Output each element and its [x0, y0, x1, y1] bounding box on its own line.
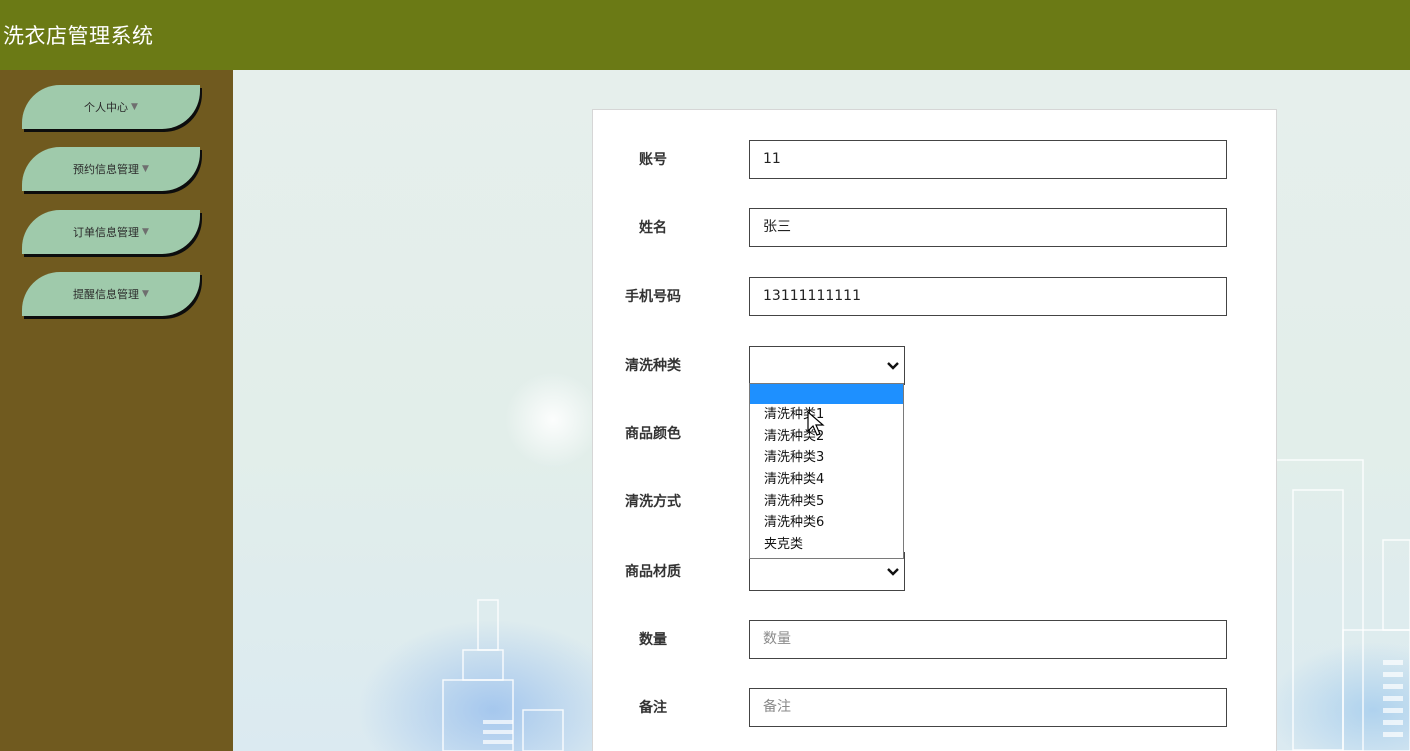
wash-type-dropdown-list: 清洗种类1 清洗种类2 清洗种类3 清洗种类4 清洗种类5 清洗种类6 夹克类	[749, 383, 904, 559]
form-row-name: 姓名 张三	[593, 208, 1276, 248]
app-title: 洗衣店管理系统	[3, 24, 154, 48]
material-label: 商品材质	[625, 564, 681, 580]
wash-type-label: 清洗种类	[625, 358, 681, 374]
quantity-input[interactable]: 数量	[749, 620, 1227, 659]
account-label: 账号	[639, 152, 667, 168]
dropdown-option[interactable]: 清洗种类3	[750, 447, 903, 469]
form-row-color: 商品颜色	[593, 414, 1276, 454]
sidebar-item-label: 订单信息管理	[73, 226, 140, 239]
dropdown-option[interactable]: 清洗种类5	[750, 491, 903, 513]
name-input[interactable]: 张三	[749, 208, 1227, 247]
sidebar-item-reminder-management[interactable]: 提醒信息管理 ▼	[22, 272, 200, 316]
dropdown-option[interactable]: 清洗种类1	[750, 404, 903, 426]
mouse-pointer-icon	[807, 411, 825, 436]
remark-input[interactable]: 备注	[749, 688, 1227, 727]
color-label: 商品颜色	[625, 426, 681, 442]
phone-input[interactable]: 13111111111	[749, 277, 1227, 316]
form-row-wash-type: 清洗种类	[593, 346, 1276, 386]
form-row-quantity: 数量 数量	[593, 620, 1276, 660]
sidebar-item-order-management[interactable]: 订单信息管理 ▼	[22, 210, 200, 254]
form-row-material: 商品材质	[593, 552, 1276, 592]
sidebar-item-label: 提醒信息管理	[73, 288, 140, 301]
sidebar-item-personal-center[interactable]: 个人中心 ▼	[22, 85, 200, 129]
dropdown-option[interactable]: 清洗种类6	[750, 512, 903, 534]
name-label: 姓名	[639, 220, 667, 236]
chevron-down-icon	[887, 568, 899, 576]
sidebar: 个人中心 ▼ 预约信息管理 ▼ 订单信息管理 ▼ 提醒信息管理 ▼	[0, 70, 233, 751]
dropdown-option[interactable]: 夹克类	[750, 534, 903, 556]
caret-down-icon: ▼	[142, 164, 149, 174]
main-content: 账号 11 姓名 张三 手机号码 13111111111 清洗种类 商品颜色 清…	[233, 70, 1410, 751]
remark-label: 备注	[639, 700, 667, 716]
wash-method-label: 清洗方式	[625, 494, 681, 510]
header-bar: 洗衣店管理系统	[0, 0, 1410, 70]
caret-down-icon: ▼	[142, 227, 149, 237]
form-row-phone: 手机号码 13111111111	[593, 277, 1276, 317]
dropdown-option-empty[interactable]	[750, 384, 903, 404]
wash-type-select[interactable]	[749, 346, 905, 385]
phone-label: 手机号码	[625, 289, 681, 305]
form-row-wash-method: 清洗方式	[593, 482, 1276, 522]
dropdown-option[interactable]: 清洗种类4	[750, 469, 903, 491]
sidebar-item-reservation-management[interactable]: 预约信息管理 ▼	[22, 147, 200, 191]
quantity-label: 数量	[639, 632, 667, 648]
chevron-down-icon	[887, 362, 899, 370]
form-row-account: 账号 11	[593, 140, 1276, 180]
sidebar-item-label: 个人中心	[84, 101, 129, 114]
form-row-remark: 备注 备注	[593, 688, 1276, 728]
form-card: 账号 11 姓名 张三 手机号码 13111111111 清洗种类 商品颜色 清…	[592, 109, 1277, 751]
caret-down-icon: ▼	[142, 289, 149, 299]
caret-down-icon: ▼	[131, 102, 138, 112]
sidebar-item-label: 预约信息管理	[73, 163, 140, 176]
account-input[interactable]: 11	[749, 140, 1227, 179]
dropdown-option[interactable]: 清洗种类2	[750, 426, 903, 448]
